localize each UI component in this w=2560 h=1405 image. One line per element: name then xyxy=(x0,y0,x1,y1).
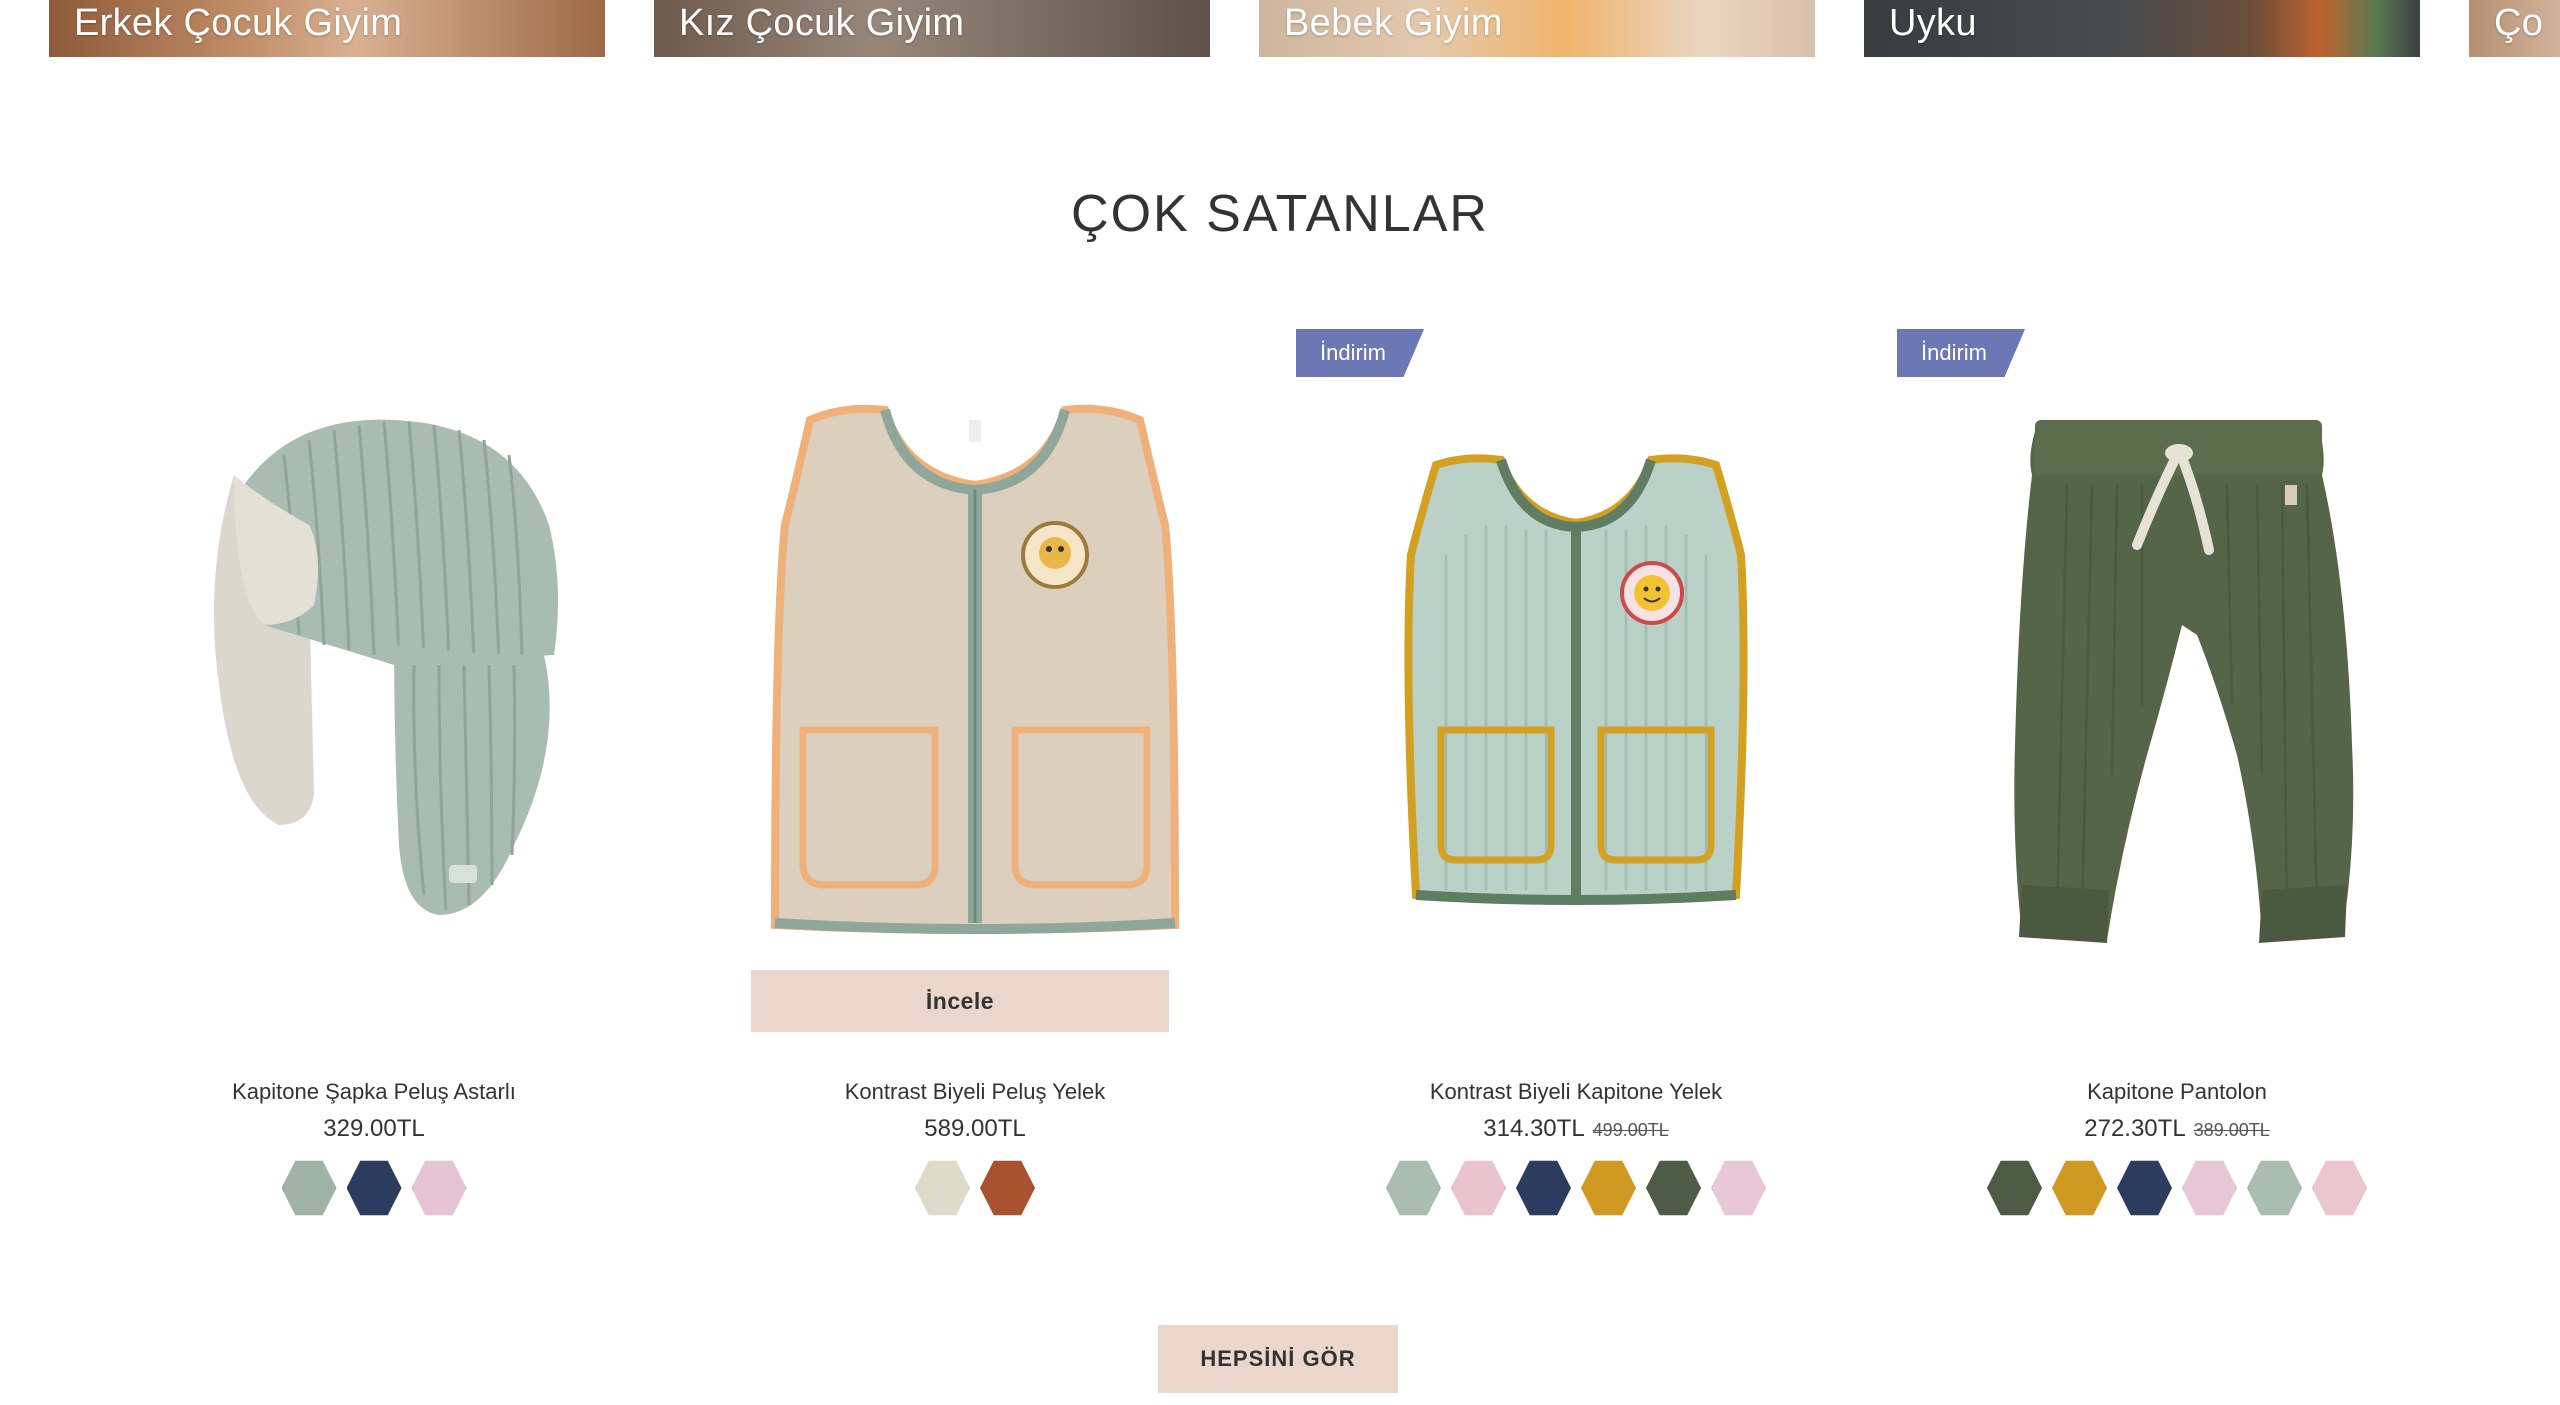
color-swatch[interactable] xyxy=(915,1160,970,1216)
product-name[interactable]: Kontrast Biyeli Kapitone Yelek xyxy=(1296,1079,1856,1105)
category-card-bebek[interactable]: Bebek Giyim xyxy=(1259,0,1815,57)
product-price: 589.00TL xyxy=(695,1115,1255,1143)
product-name[interactable]: Kapitone Şapka Peluş Astarlı xyxy=(94,1079,654,1105)
color-swatch[interactable] xyxy=(980,1160,1035,1216)
color-swatch[interactable] xyxy=(1386,1160,1441,1216)
product-card-hat[interactable]: Kapitone Şapka Peluş Astarlı 329.00TL xyxy=(94,325,654,1245)
section-title: ÇOK SATANLAR xyxy=(1071,185,1489,243)
incele-button[interactable]: İncele xyxy=(751,970,1169,1032)
hat-illustration xyxy=(214,419,558,915)
color-swatch[interactable] xyxy=(1711,1160,1766,1216)
product-image[interactable] xyxy=(94,325,654,1045)
category-label: Ço xyxy=(2494,2,2544,44)
category-card-erkek[interactable]: Erkek Çocuk Giyim xyxy=(49,0,605,57)
quilted-vest-illustration xyxy=(1404,454,1748,905)
color-swatch[interactable] xyxy=(2117,1160,2172,1216)
category-label: Uyku xyxy=(1889,2,1977,44)
color-swatch[interactable] xyxy=(1646,1160,1701,1216)
color-swatch[interactable] xyxy=(2182,1160,2237,1216)
product-name[interactable]: Kapitone Pantolon xyxy=(1897,1079,2457,1105)
category-label: Erkek Çocuk Giyim xyxy=(74,2,403,44)
current-price: 329.00TL xyxy=(323,1115,425,1142)
color-swatch[interactable] xyxy=(281,1160,337,1216)
see-all-button[interactable]: HEPSİNİ GÖR xyxy=(1158,1325,1398,1393)
current-price: 272.30TL xyxy=(2084,1115,2186,1142)
color-swatch[interactable] xyxy=(1987,1160,2042,1216)
old-price: 389.00TL xyxy=(2193,1120,2270,1140)
category-card-uyku[interactable]: Uyku xyxy=(1864,0,2420,57)
category-card-partial[interactable]: Ço xyxy=(2469,0,2560,57)
pants-illustration xyxy=(2014,420,2354,943)
color-swatches xyxy=(1897,1159,2457,1217)
category-card-kiz[interactable]: Kız Çocuk Giyim xyxy=(654,0,1210,57)
product-price: 329.00TL xyxy=(94,1115,654,1143)
product-card-pants[interactable]: İndirim Kapitone Pantolon 272.30TL 389.00… xyxy=(1897,325,2457,1245)
current-price: 589.00TL xyxy=(924,1115,1026,1142)
product-image[interactable] xyxy=(1897,325,2457,1045)
color-swatch[interactable] xyxy=(1581,1160,1636,1216)
product-price: 314.30TL 499.00TL xyxy=(1296,1115,1856,1143)
product-card-plush-vest[interactable]: İncele Kontrast Biyeli Peluş Yelek 589.0… xyxy=(695,325,1255,1245)
product-image[interactable] xyxy=(695,325,1255,1045)
product-price: 272.30TL 389.00TL xyxy=(1897,1115,2457,1143)
color-swatch[interactable] xyxy=(1516,1160,1571,1216)
category-label: Bebek Giyim xyxy=(1284,2,1503,44)
old-price: 499.00TL xyxy=(1592,1120,1669,1140)
product-name[interactable]: Kontrast Biyeli Peluş Yelek xyxy=(695,1079,1255,1105)
plush-vest-illustration xyxy=(770,404,1180,935)
product-card-quilted-vest[interactable]: İndirim Kontrast Biyeli Kapitone Yelek 3… xyxy=(1296,325,1856,1245)
color-swatch[interactable] xyxy=(346,1160,402,1216)
color-swatch[interactable] xyxy=(2247,1160,2302,1216)
color-swatches xyxy=(695,1159,1255,1217)
product-image[interactable] xyxy=(1296,325,1856,1045)
category-strip: Erkek Çocuk Giyim Kız Çocuk Giyim Bebek … xyxy=(0,0,2560,58)
color-swatches xyxy=(94,1159,654,1217)
color-swatch[interactable] xyxy=(1451,1160,1506,1216)
color-swatches xyxy=(1296,1159,1856,1217)
color-swatch[interactable] xyxy=(411,1160,467,1216)
color-swatch[interactable] xyxy=(2312,1160,2367,1216)
color-swatch[interactable] xyxy=(2052,1160,2107,1216)
current-price: 314.30TL xyxy=(1483,1115,1585,1142)
category-label: Kız Çocuk Giyim xyxy=(679,2,965,44)
